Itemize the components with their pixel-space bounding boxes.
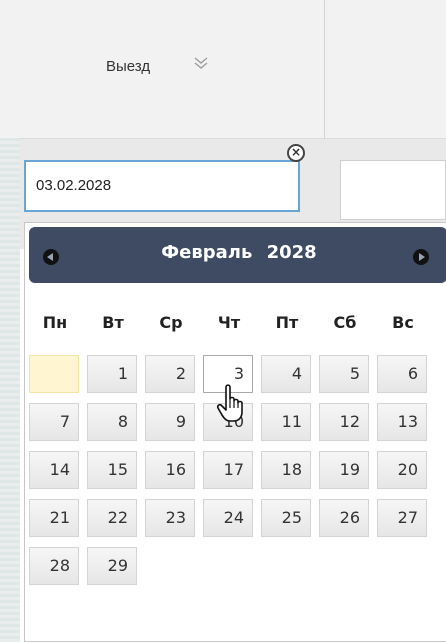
day-cell[interactable]: 24 <box>203 499 253 537</box>
weekday-label: Вс <box>392 313 414 332</box>
day-cell[interactable]: 29 <box>87 547 137 585</box>
day-cell[interactable]: 2 <box>145 355 195 393</box>
weekday-label: Сб <box>333 313 357 332</box>
day-cell[interactable]: 16 <box>145 451 195 489</box>
weekday-label: Пн <box>42 313 68 332</box>
day-cell[interactable]: 25 <box>261 499 311 537</box>
datepicker-title: Февраль 2028 <box>89 242 389 263</box>
day-cell[interactable]: 22 <box>87 499 137 537</box>
prev-month-icon[interactable] <box>43 249 59 265</box>
table-header-row <box>0 0 446 139</box>
day-cell[interactable]: 12 <box>319 403 369 441</box>
weekday-label: Вт <box>102 313 124 332</box>
datepicker-month: Февраль <box>161 242 253 263</box>
day-cell[interactable]: 21 <box>29 499 79 537</box>
datepicker-year: 2028 <box>266 242 317 263</box>
day-cell[interactable]: 9 <box>145 403 195 441</box>
weekday-header-row: Пн Вт Ср Чт Пт Сб Вс <box>25 303 446 343</box>
checkout-column-header[interactable]: Выезд <box>106 58 150 75</box>
day-cell[interactable]: 14 <box>29 451 79 489</box>
day-cell[interactable]: 5 <box>319 355 369 393</box>
day-cell[interactable]: 8 <box>87 403 137 441</box>
weekday-label: Пт <box>275 313 299 332</box>
day-cell[interactable]: 7 <box>29 403 79 441</box>
datepicker-header: Февраль 2028 <box>29 227 446 283</box>
left-strip <box>0 138 20 642</box>
day-cell[interactable]: 17 <box>203 451 253 489</box>
day-cell[interactable]: 26 <box>319 499 369 537</box>
day-cell[interactable]: 19 <box>319 451 369 489</box>
day-cell[interactable]: 15 <box>87 451 137 489</box>
day-cell[interactable]: 1 <box>87 355 137 393</box>
day-cell[interactable]: 28 <box>29 547 79 585</box>
day-cell[interactable]: 6 <box>377 355 427 393</box>
day-cell[interactable]: 13 <box>377 403 427 441</box>
weekday-label: Ср <box>159 313 183 332</box>
day-cell[interactable]: 4 <box>261 355 311 393</box>
checkout-date-input[interactable]: 03.02.2028 <box>24 160 300 212</box>
day-cell[interactable]: 20 <box>377 451 427 489</box>
chevron-double-down-icon[interactable] <box>193 56 209 74</box>
day-cell[interactable]: 18 <box>261 451 311 489</box>
next-month-icon[interactable] <box>413 249 429 265</box>
day-cell[interactable]: 27 <box>377 499 427 537</box>
day-cell[interactable]: 11 <box>261 403 311 441</box>
empty-day-cell <box>29 355 79 393</box>
close-circle-icon[interactable]: × <box>287 144 305 162</box>
next-filter-input[interactable] <box>340 160 446 220</box>
hand-pointer-icon <box>216 384 246 424</box>
weekday-label: Чт <box>217 313 241 332</box>
day-cell[interactable]: 23 <box>145 499 195 537</box>
datepicker: Февраль 2028 ПнВтСрЧтПтСбВс 123456789101… <box>24 222 446 642</box>
